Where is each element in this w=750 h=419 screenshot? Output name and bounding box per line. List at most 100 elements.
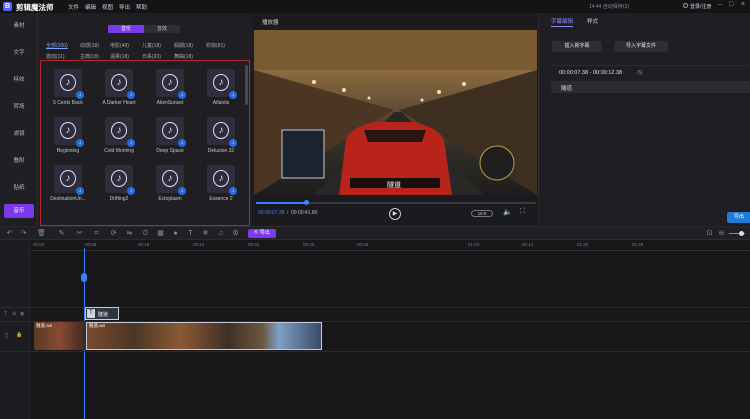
volume-icon[interactable]: ♫	[217, 230, 224, 237]
download-icon[interactable]: ↓	[178, 187, 186, 195]
music-tile[interactable]: ♪ ↓ Deep Space	[145, 112, 195, 159]
category-happy[interactable]: 欢快(81)	[206, 42, 225, 49]
sidebar-item-transitions[interactable]: 转场	[0, 100, 38, 114]
download-icon[interactable]: ↓	[127, 139, 135, 147]
download-icon[interactable]: ↓	[229, 91, 237, 99]
category-japanese[interactable]: 日系(20)	[142, 53, 161, 60]
category-all[interactable]: 全部(300)	[46, 42, 68, 49]
download-icon[interactable]: ↓	[76, 91, 84, 99]
video-clip[interactable]: 隧道.avi	[34, 322, 86, 350]
video-clip[interactable]: 隧道.avi	[86, 322, 322, 350]
category-classical[interactable]: 古典(18)	[80, 53, 99, 60]
music-note-icon: ♪	[213, 170, 229, 187]
download-icon[interactable]: ↓	[229, 187, 237, 195]
download-icon[interactable]: ↓	[178, 139, 186, 147]
volume-icon[interactable]: 🔈	[503, 208, 512, 216]
subtitle-clip-label: 隧道	[98, 312, 109, 318]
sidebar-item-filters[interactable]: 滤镜	[0, 127, 38, 141]
category-dynamic[interactable]: 动感(18)	[80, 42, 99, 49]
tab-subtitle-edit[interactable]: 字幕编辑	[551, 17, 574, 27]
tab-music[interactable]: 音乐	[108, 25, 144, 33]
close-icon[interactable]: ×	[741, 1, 745, 8]
music-thumbnail: ♪ ↓	[156, 165, 186, 195]
zoom-slider[interactable]	[729, 231, 745, 236]
sidebar-item-media[interactable]: 素材	[0, 19, 38, 33]
clock-icon[interactable]: ◷	[637, 69, 642, 76]
play-icon[interactable]: ▶	[389, 208, 401, 220]
sidebar-item-music[interactable]: 音乐	[4, 204, 34, 218]
record-icon[interactable]: ●	[172, 230, 179, 237]
mirror-icon[interactable]: ⇋	[126, 230, 133, 237]
sidebar-item-overlays[interactable]: 叠附	[0, 154, 38, 168]
zoom-out-icon[interactable]: ⊖	[718, 230, 725, 237]
rotate-icon[interactable]: ⟳	[110, 230, 117, 237]
speed-icon[interactable]: ⏱	[142, 230, 149, 237]
tab-sound-effects[interactable]: 音效	[144, 25, 180, 33]
sidebar-item-effects[interactable]: 特效	[0, 73, 38, 87]
login-link[interactable]: 登录/注册	[690, 3, 711, 10]
insert-subtitle-button[interactable]: 插入新字幕	[552, 41, 602, 52]
grid-scrollbar[interactable]	[245, 65, 248, 105]
undo-icon[interactable]: ↶	[6, 230, 13, 237]
menu-edit[interactable]: 编辑	[85, 3, 96, 11]
freeze-icon[interactable]: ❄	[202, 230, 209, 237]
delete-icon[interactable]: 🗑	[37, 230, 46, 237]
minimize-icon[interactable]: –	[718, 1, 722, 8]
download-icon[interactable]: ↓	[76, 187, 84, 195]
toolbar-export-button[interactable]: ⇱ 导出	[248, 229, 276, 238]
mosaic-icon[interactable]: ▦	[157, 230, 164, 237]
lock-icon[interactable]: ⊕	[12, 311, 16, 317]
download-icon[interactable]: ↓	[127, 91, 135, 99]
fullscreen-icon[interactable]: ⛶	[520, 208, 525, 216]
music-tile[interactable]: ♪ ↓ A Darker Heart	[94, 64, 144, 111]
tab-style[interactable]: 样式	[587, 17, 598, 25]
lock-icon[interactable]: 🔒	[16, 332, 22, 338]
download-icon[interactable]: ↓	[178, 91, 186, 99]
text-icon[interactable]: T	[187, 230, 194, 237]
category-holiday[interactable]: 假期(18)	[174, 42, 193, 49]
music-tile[interactable]: ♪ ↓ Drifting2	[94, 160, 144, 207]
music-tile[interactable]: ♪ ↓ AlienSunset	[145, 64, 195, 111]
music-tile[interactable]: ♪ ↓ 5 Cents Back	[43, 64, 93, 111]
progress-track[interactable]	[256, 200, 536, 205]
category-exciting[interactable]: 激动(11)	[46, 53, 65, 60]
split-icon[interactable]: ✂	[76, 230, 83, 237]
settings-icon[interactable]: ⚙	[232, 230, 239, 237]
sidebar-item-stickers[interactable]: 贴纸	[0, 181, 38, 195]
import-subtitle-button[interactable]: 导入字幕文件	[614, 41, 668, 52]
music-tile[interactable]: ♪ ↓ Delusion 32	[196, 112, 246, 159]
playhead-handle[interactable]	[81, 273, 87, 282]
eye-icon[interactable]: ◉	[20, 311, 24, 317]
music-tile[interactable]: ♪ ↓ DestinationUn...	[43, 160, 93, 207]
category-dance[interactable]: 舞曲(18)	[174, 53, 193, 60]
time-tick: 01:12	[522, 242, 534, 247]
redo-icon[interactable]: ↷	[20, 230, 27, 237]
menu-file[interactable]: 文件	[68, 3, 79, 11]
download-icon[interactable]: ↓	[76, 139, 84, 147]
zoom-slider-knob[interactable]	[739, 231, 744, 236]
subtitle-text-row[interactable]: 隧道	[551, 81, 750, 93]
fit-icon[interactable]: ⊡	[706, 230, 713, 237]
download-icon[interactable]: ↓	[229, 139, 237, 147]
music-tile[interactable]: ♪ ↓ Beginning	[43, 112, 93, 159]
sidebar-item-text[interactable]: 文字	[0, 46, 38, 60]
menu-export[interactable]: 导出	[119, 3, 130, 11]
menu-view[interactable]: 视图	[102, 3, 113, 11]
music-thumbnail: ♪ ↓	[156, 117, 186, 147]
category-kids[interactable]: 儿童(18)	[142, 42, 161, 49]
music-tile[interactable]: ♪ ↓ Ectoplasm	[145, 160, 195, 207]
menu-help[interactable]: 帮助	[136, 3, 147, 11]
subtitle-clip[interactable]: T 隧道	[85, 307, 119, 320]
music-tile[interactable]: ♪ ↓ Atlantis	[196, 64, 246, 111]
crop-icon[interactable]: ⌗	[93, 230, 100, 237]
download-icon[interactable]: ↓	[127, 187, 135, 195]
edit-icon[interactable]: ✎	[58, 230, 65, 237]
category-movie[interactable]: 电影(48)	[110, 42, 129, 49]
maximize-icon[interactable]: □	[729, 1, 733, 8]
aspect-ratio-select[interactable]: 16:9	[471, 210, 493, 217]
music-tile[interactable]: ♪ ↓ Cold Morning	[94, 112, 144, 159]
left-sidebar: 素材 文字 特效 转场 滤镜 叠附 贴纸 音乐	[0, 13, 38, 225]
category-gentle[interactable]: 温柔(18)	[110, 53, 129, 60]
export-button[interactable]: 导出	[727, 212, 750, 223]
music-tile[interactable]: ♪ ↓ Essence 2	[196, 160, 246, 207]
